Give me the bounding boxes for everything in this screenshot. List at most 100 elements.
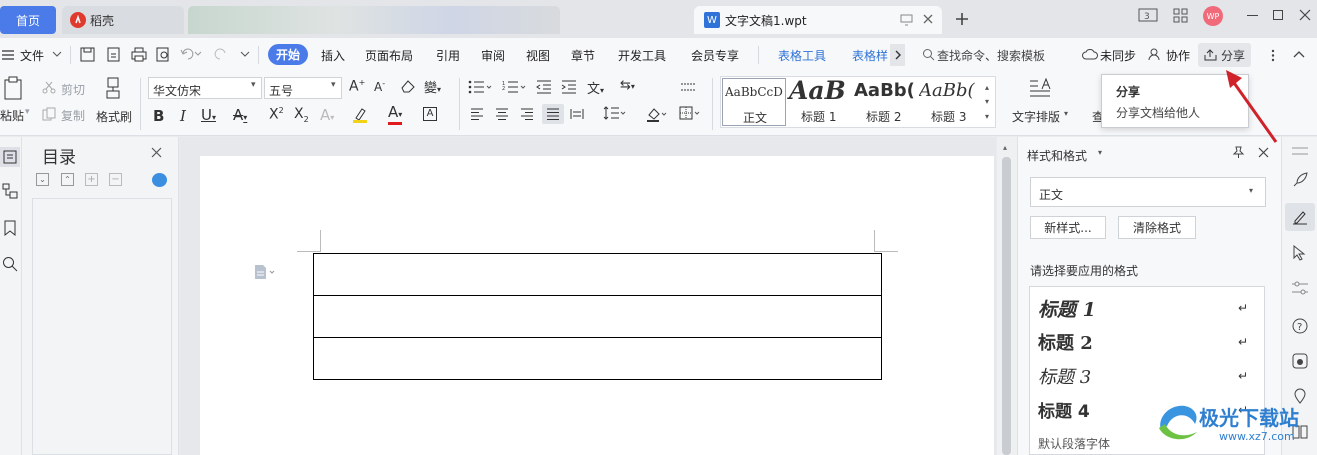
new-style-button[interactable]: 新样式...	[1030, 216, 1106, 239]
text-effect-icon[interactable]: A▾	[320, 106, 334, 124]
float-window-icon[interactable]	[900, 14, 913, 26]
menu-table-tools[interactable]: 表格工具	[778, 47, 826, 64]
cut-button[interactable]: 剪切	[61, 81, 85, 98]
new-tab-icon[interactable]	[955, 12, 969, 26]
bold-icon[interactable]: B	[153, 107, 164, 125]
menu-chapter[interactable]: 章节	[571, 47, 595, 64]
collapse-ribbon-icon[interactable]	[1293, 50, 1305, 58]
search-icon[interactable]	[2, 256, 18, 272]
tab-daoke[interactable]: 稻壳	[62, 6, 184, 34]
copy-icon[interactable]	[42, 107, 56, 121]
menu-view[interactable]: 视图	[526, 47, 550, 64]
grow-font-icon[interactable]: A+	[349, 78, 365, 95]
char-border-icon[interactable]: A	[423, 107, 437, 121]
smart-toc-icon[interactable]	[152, 173, 167, 187]
show-hide-marks-icon[interactable]: ⇆▾	[620, 78, 635, 93]
font-family-select[interactable]: 华文仿宋 ▾	[148, 77, 262, 99]
current-style-select[interactable]: 正文 ▾	[1030, 177, 1266, 207]
menu-page-layout[interactable]: 页面布局	[365, 47, 413, 64]
gallery-down-icon[interactable]: ▾	[985, 97, 989, 106]
strikethrough-icon[interactable]: A▾	[233, 106, 247, 124]
style-heading2[interactable]: AaBb( 标题 2	[854, 78, 918, 126]
navigation-tree-icon[interactable]	[2, 183, 18, 199]
paste-options-icon[interactable]: ▾	[25, 107, 30, 117]
menu-review[interactable]: 审阅	[481, 47, 505, 64]
add-heading-icon[interactable]: +	[85, 173, 98, 186]
menu-insert[interactable]: 插入	[321, 47, 345, 64]
gallery-up-icon[interactable]: ▴	[985, 83, 989, 92]
document-table[interactable]	[313, 253, 882, 380]
cut-icon[interactable]	[42, 81, 56, 94]
chevron-down-icon[interactable]: ▾	[1098, 148, 1102, 157]
table-row[interactable]	[313, 337, 882, 380]
close-tab-icon[interactable]	[922, 13, 934, 25]
vertical-scrollbar[interactable]: ▴	[997, 137, 1017, 455]
paste-icon[interactable]	[3, 76, 25, 100]
pinyin-guide-icon[interactable]: 變▾	[424, 77, 441, 96]
adjust-sliders-icon[interactable]	[1292, 281, 1308, 295]
menu-file[interactable]: 文件	[20, 47, 44, 64]
font-color-icon[interactable]: A▾	[388, 105, 403, 125]
bullet-list-icon[interactable]	[468, 80, 494, 94]
style-list-item[interactable]: 标题 3 ↵	[1030, 363, 1264, 393]
italic-icon[interactable]: I	[180, 107, 186, 125]
tab-home[interactable]: 首页	[0, 6, 56, 34]
save-icon[interactable]	[80, 47, 95, 62]
font-size-select[interactable]: 五号 ▾	[264, 77, 342, 99]
table-tabs-icon[interactable]	[680, 80, 696, 94]
decrease-indent-icon[interactable]	[536, 80, 552, 94]
close-icon[interactable]	[1258, 147, 1269, 158]
text-layout-button[interactable]: 文字排版	[1012, 108, 1060, 125]
style-list-item[interactable]: 标题 2 ↵	[1030, 329, 1264, 359]
sync-status[interactable]: 未同步	[1100, 47, 1136, 64]
paste-button[interactable]: 粘贴	[0, 107, 24, 124]
format-painter-icon[interactable]	[104, 77, 122, 99]
chinese-layout-icon[interactable]: 文▾	[587, 78, 604, 97]
clear-format-button[interactable]: 清除格式	[1118, 216, 1196, 239]
maximize-icon[interactable]	[1273, 10, 1283, 20]
collaborate-button[interactable]: 协作	[1166, 47, 1190, 64]
hamburger-icon[interactable]	[2, 50, 16, 60]
rocket-icon[interactable]	[1292, 172, 1308, 188]
export-pdf-icon[interactable]	[106, 47, 121, 62]
subscript-icon[interactable]: X2	[294, 106, 309, 124]
menu-table-style[interactable]: 表格样	[852, 47, 888, 64]
clear-format-icon[interactable]	[400, 79, 416, 93]
justify-icon[interactable]	[542, 104, 564, 124]
highlight-icon[interactable]	[352, 107, 370, 123]
increase-indent-icon[interactable]	[561, 80, 577, 94]
bookmark-icon[interactable]	[4, 220, 16, 236]
customize-toolbar-icon[interactable]	[240, 50, 250, 58]
style-normal[interactable]: AaBbCcD 正文	[722, 78, 786, 126]
scroll-up-icon[interactable]: ▴	[1003, 143, 1007, 152]
grid-apps-icon[interactable]	[1173, 8, 1188, 23]
panel-menu-icon[interactable]	[1292, 147, 1308, 155]
shading-icon[interactable]	[646, 106, 668, 122]
copy-button[interactable]: 复制	[61, 107, 85, 124]
menu-start[interactable]: 开始	[268, 44, 308, 65]
shrink-font-icon[interactable]: A-	[374, 79, 385, 94]
outline-icon[interactable]	[0, 147, 20, 167]
paragraph-menu-icon[interactable]	[253, 264, 277, 280]
menu-developer[interactable]: 开发工具	[618, 47, 666, 64]
document-page[interactable]	[200, 156, 994, 455]
close-icon[interactable]	[151, 147, 162, 158]
window-layout-icon[interactable]: 3	[1138, 8, 1158, 22]
superscript-icon[interactable]: X2	[269, 106, 284, 123]
style-pen-icon[interactable]	[1285, 203, 1315, 231]
collapse-all-icon[interactable]: ⌃	[61, 173, 74, 186]
align-left-icon[interactable]	[470, 108, 484, 120]
distributed-icon[interactable]	[570, 108, 584, 120]
undo-icon[interactable]	[180, 47, 202, 61]
underline-icon[interactable]: U▾	[201, 106, 216, 124]
avatar[interactable]: WP	[1203, 6, 1223, 26]
print-preview-icon[interactable]	[156, 47, 171, 62]
table-cell[interactable]	[313, 253, 882, 296]
table-row[interactable]	[313, 295, 882, 338]
style-heading1[interactable]: AaB 标题 1	[789, 76, 853, 126]
table-cell[interactable]	[313, 337, 882, 380]
minimize-icon[interactable]	[1247, 15, 1258, 16]
close-window-icon[interactable]	[1299, 9, 1311, 21]
help-icon[interactable]: ?	[1292, 318, 1308, 334]
remove-heading-icon[interactable]: −	[109, 173, 122, 186]
